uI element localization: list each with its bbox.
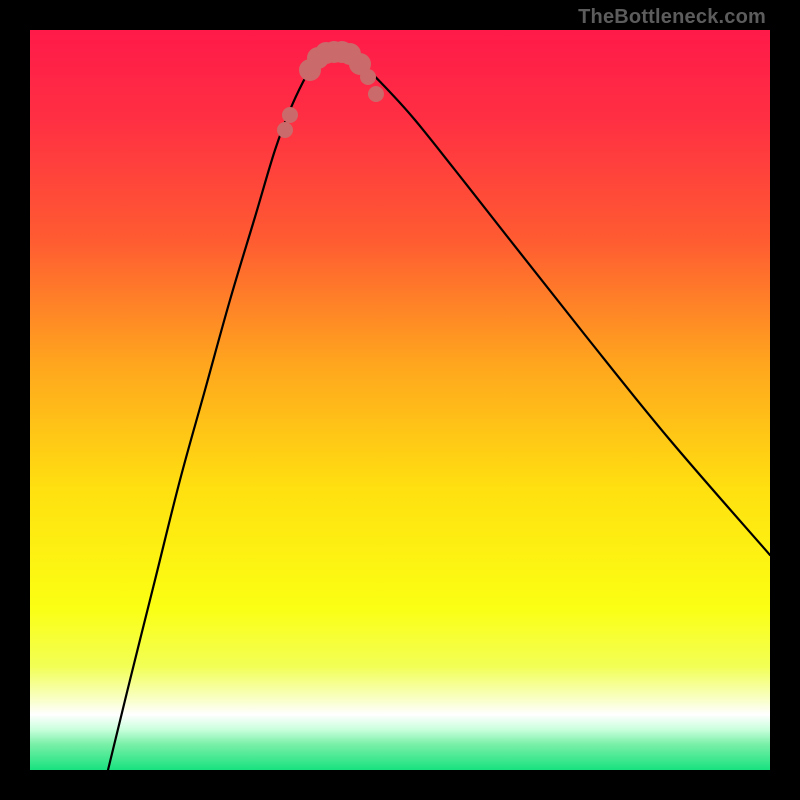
left-branch-curve [108,50,330,770]
marker-group [277,41,384,138]
chart-frame: TheBottleneck.com [0,0,800,800]
watermark-text: TheBottleneck.com [578,6,766,29]
right-branch-curve [330,50,770,555]
hotspot-marker [360,69,376,85]
hotspot-marker [282,107,298,123]
plot-area [30,30,770,770]
hotspot-marker [277,122,293,138]
hotspot-marker [368,86,384,102]
curve-layer [30,30,770,770]
